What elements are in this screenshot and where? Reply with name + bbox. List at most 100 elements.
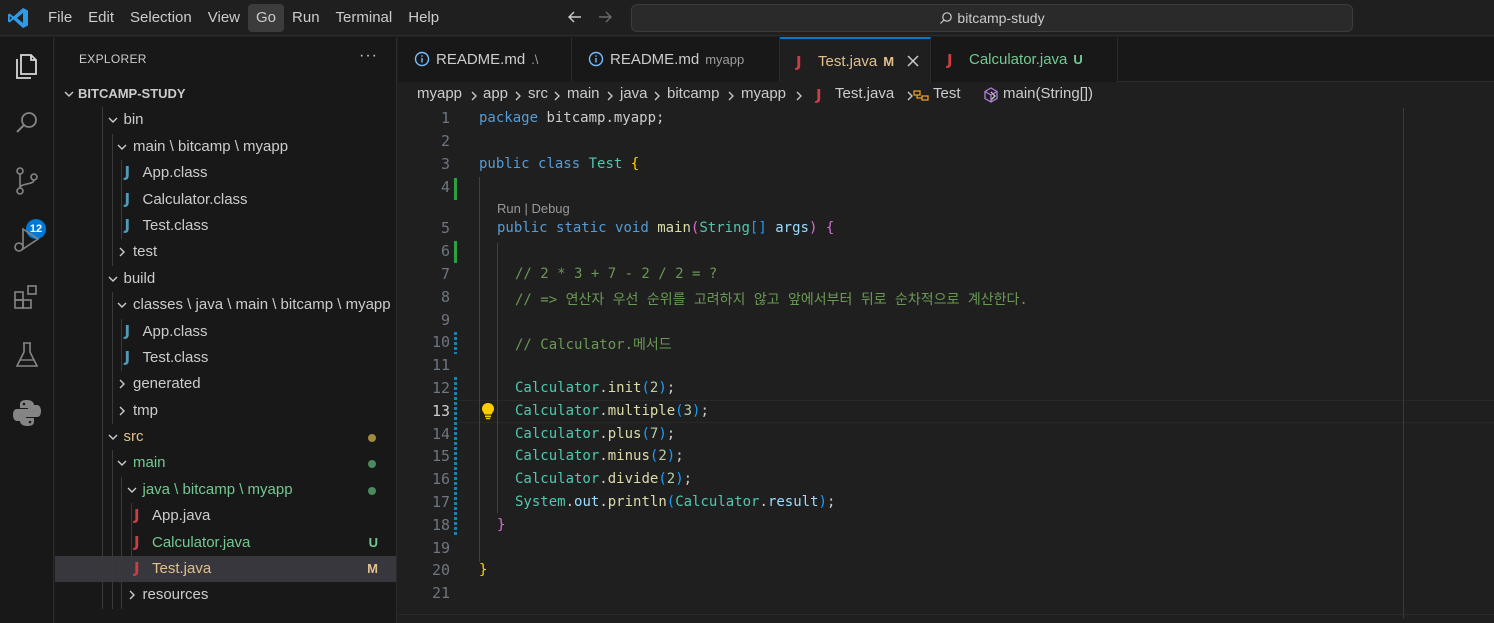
activity-bar: 12 xyxy=(0,37,54,623)
tree-folder[interactable]: test xyxy=(55,239,396,266)
tree-indent-guide xyxy=(102,503,103,530)
search-icon[interactable] xyxy=(9,105,45,141)
chevron-right-icon xyxy=(793,89,805,101)
chevron-right-icon xyxy=(604,89,616,101)
close-icon[interactable] xyxy=(906,54,920,68)
codelens-run-debug[interactable]: Run | Debug xyxy=(497,201,570,216)
code-line-3: public class Test { xyxy=(479,156,640,172)
breadcrumb-item[interactable]: myapp xyxy=(417,85,462,102)
method-call: divide xyxy=(607,471,659,487)
tree-folder[interactable]: java \ bitcamp \ myapp xyxy=(55,476,396,504)
arrow-right-icon[interactable] xyxy=(596,8,614,26)
tree-indent-guide xyxy=(102,212,103,240)
line-number: 18 xyxy=(431,516,450,534)
run-debug-icon[interactable] xyxy=(9,221,45,257)
more-actions-icon[interactable]: ··· xyxy=(359,47,378,65)
tree-file[interactable]: J Calculator.java U xyxy=(55,529,396,557)
class-ref: Calculator xyxy=(515,426,600,442)
tree-indent-guide xyxy=(111,556,113,583)
chevron-right-icon xyxy=(129,590,135,600)
class-file-icon: J xyxy=(124,215,131,234)
python-icon[interactable] xyxy=(9,395,45,431)
chevron-right-icon xyxy=(551,89,563,101)
menu-view[interactable]: View xyxy=(200,4,248,32)
tree-file[interactable]: J Test.class xyxy=(55,344,396,372)
tree-file[interactable]: J App.java xyxy=(55,503,396,530)
source-control-icon[interactable] xyxy=(9,163,45,199)
tree-file[interactable]: J App.class xyxy=(55,160,396,187)
tree-indent-guide xyxy=(102,186,103,213)
field-ref: out xyxy=(574,494,600,510)
tree-indent-guide xyxy=(121,503,122,530)
tree-indent-guide xyxy=(111,503,113,530)
editor-tabs: README.md .\ README.md myapp J Test.java M J Cal… xyxy=(398,37,1494,83)
tree-indent-guide xyxy=(102,107,103,134)
number-literal: 3 xyxy=(683,403,693,419)
tree-folder[interactable]: build xyxy=(55,265,396,293)
tree-indent-guide xyxy=(121,186,122,213)
menu-go[interactable]: Go xyxy=(248,4,285,32)
editor-tab[interactable]: J Test.java M xyxy=(780,37,931,83)
workspace-root[interactable]: BITCAMP-STUDY xyxy=(55,83,396,105)
breadcrumb-item[interactable]: bitcamp xyxy=(667,85,720,102)
command-center-search[interactable]: bitcamp-study xyxy=(631,4,1353,32)
line-number: 15 xyxy=(431,447,450,465)
menu-file[interactable]: File xyxy=(40,4,80,32)
breadcrumb-item[interactable]: Test xyxy=(933,85,961,102)
code-line-7: // 2 * 3 + 7 - 2 / 2 = ? xyxy=(515,266,718,282)
tree-item-label: test xyxy=(133,243,158,261)
tree-folder[interactable]: classes \ java \ main \ bitcamp \ myapp xyxy=(55,292,396,319)
method-call: println xyxy=(607,494,667,510)
tree-folder[interactable]: main xyxy=(55,450,396,477)
line-number: 4 xyxy=(440,178,450,196)
testing-icon[interactable] xyxy=(9,337,45,373)
tree-folder[interactable]: resources xyxy=(55,582,396,609)
menu-help[interactable]: Help xyxy=(400,4,447,32)
menu-terminal[interactable]: Terminal xyxy=(328,4,401,32)
tree-file[interactable]: J Test.java M xyxy=(55,556,396,583)
class-ref: System xyxy=(515,494,566,510)
menu-run[interactable]: Run xyxy=(284,4,328,32)
editor-tab[interactable]: J Calculator.java U xyxy=(931,37,1118,82)
breadcrumb-item[interactable]: main xyxy=(567,85,600,102)
tree-folder[interactable]: src xyxy=(55,424,396,451)
line-number: 1 xyxy=(440,109,450,127)
tree-indent-guide xyxy=(111,239,113,266)
arrow-left-icon[interactable] xyxy=(566,8,584,26)
java-file-icon: J xyxy=(134,532,140,551)
menu-edit[interactable]: Edit xyxy=(80,4,122,32)
vscode-logo-icon[interactable] xyxy=(6,6,30,30)
tree-item-label: bin xyxy=(123,111,144,129)
breadcrumb-item[interactable]: myapp xyxy=(741,85,786,102)
explorer-icon[interactable] xyxy=(9,47,45,83)
tree-file[interactable]: J Test.class xyxy=(55,212,396,240)
breadcrumb-item[interactable]: main(String[]) xyxy=(1003,85,1093,102)
breadcrumb-item[interactable]: java xyxy=(620,85,648,102)
lightbulb-icon[interactable] xyxy=(480,402,496,420)
tree-folder[interactable]: bin xyxy=(55,107,396,134)
tree-folder[interactable]: generated xyxy=(55,371,396,398)
breadcrumb-item[interactable]: src xyxy=(528,85,548,102)
java-file-icon: J xyxy=(816,86,822,104)
tree-item-label: Calculator.class xyxy=(142,190,248,208)
extensions-icon[interactable] xyxy=(9,279,45,315)
tree-file[interactable]: J Calculator.class xyxy=(55,186,396,213)
class-file-icon: J xyxy=(124,163,131,182)
tree-file[interactable]: J App.class xyxy=(55,318,396,345)
breadcrumb-item[interactable]: Test.java xyxy=(835,85,894,102)
param-name: args xyxy=(775,220,809,236)
tab-label: Test.java M xyxy=(818,53,894,70)
class-file-icon: J xyxy=(124,347,131,366)
tree-folder[interactable]: main \ bitcamp \ myapp xyxy=(55,133,396,161)
chevron-right-icon xyxy=(119,406,125,416)
breadcrumb-item[interactable]: app xyxy=(483,85,508,102)
tree-folder[interactable]: tmp xyxy=(55,397,396,425)
editor-tab[interactable]: README.md myapp xyxy=(572,37,780,82)
menu-selection[interactable]: Selection xyxy=(122,4,200,32)
keyword: static xyxy=(556,220,607,236)
code-editor[interactable]: Run | Debug 1 2 3 4 5 6 7 8 9 10 11 12 1… xyxy=(398,108,1494,618)
info-icon xyxy=(414,51,430,69)
tab-label: README.md .\ xyxy=(436,51,538,68)
editor-tab[interactable]: README.md .\ xyxy=(398,37,572,82)
java-file-icon: J xyxy=(134,559,140,578)
